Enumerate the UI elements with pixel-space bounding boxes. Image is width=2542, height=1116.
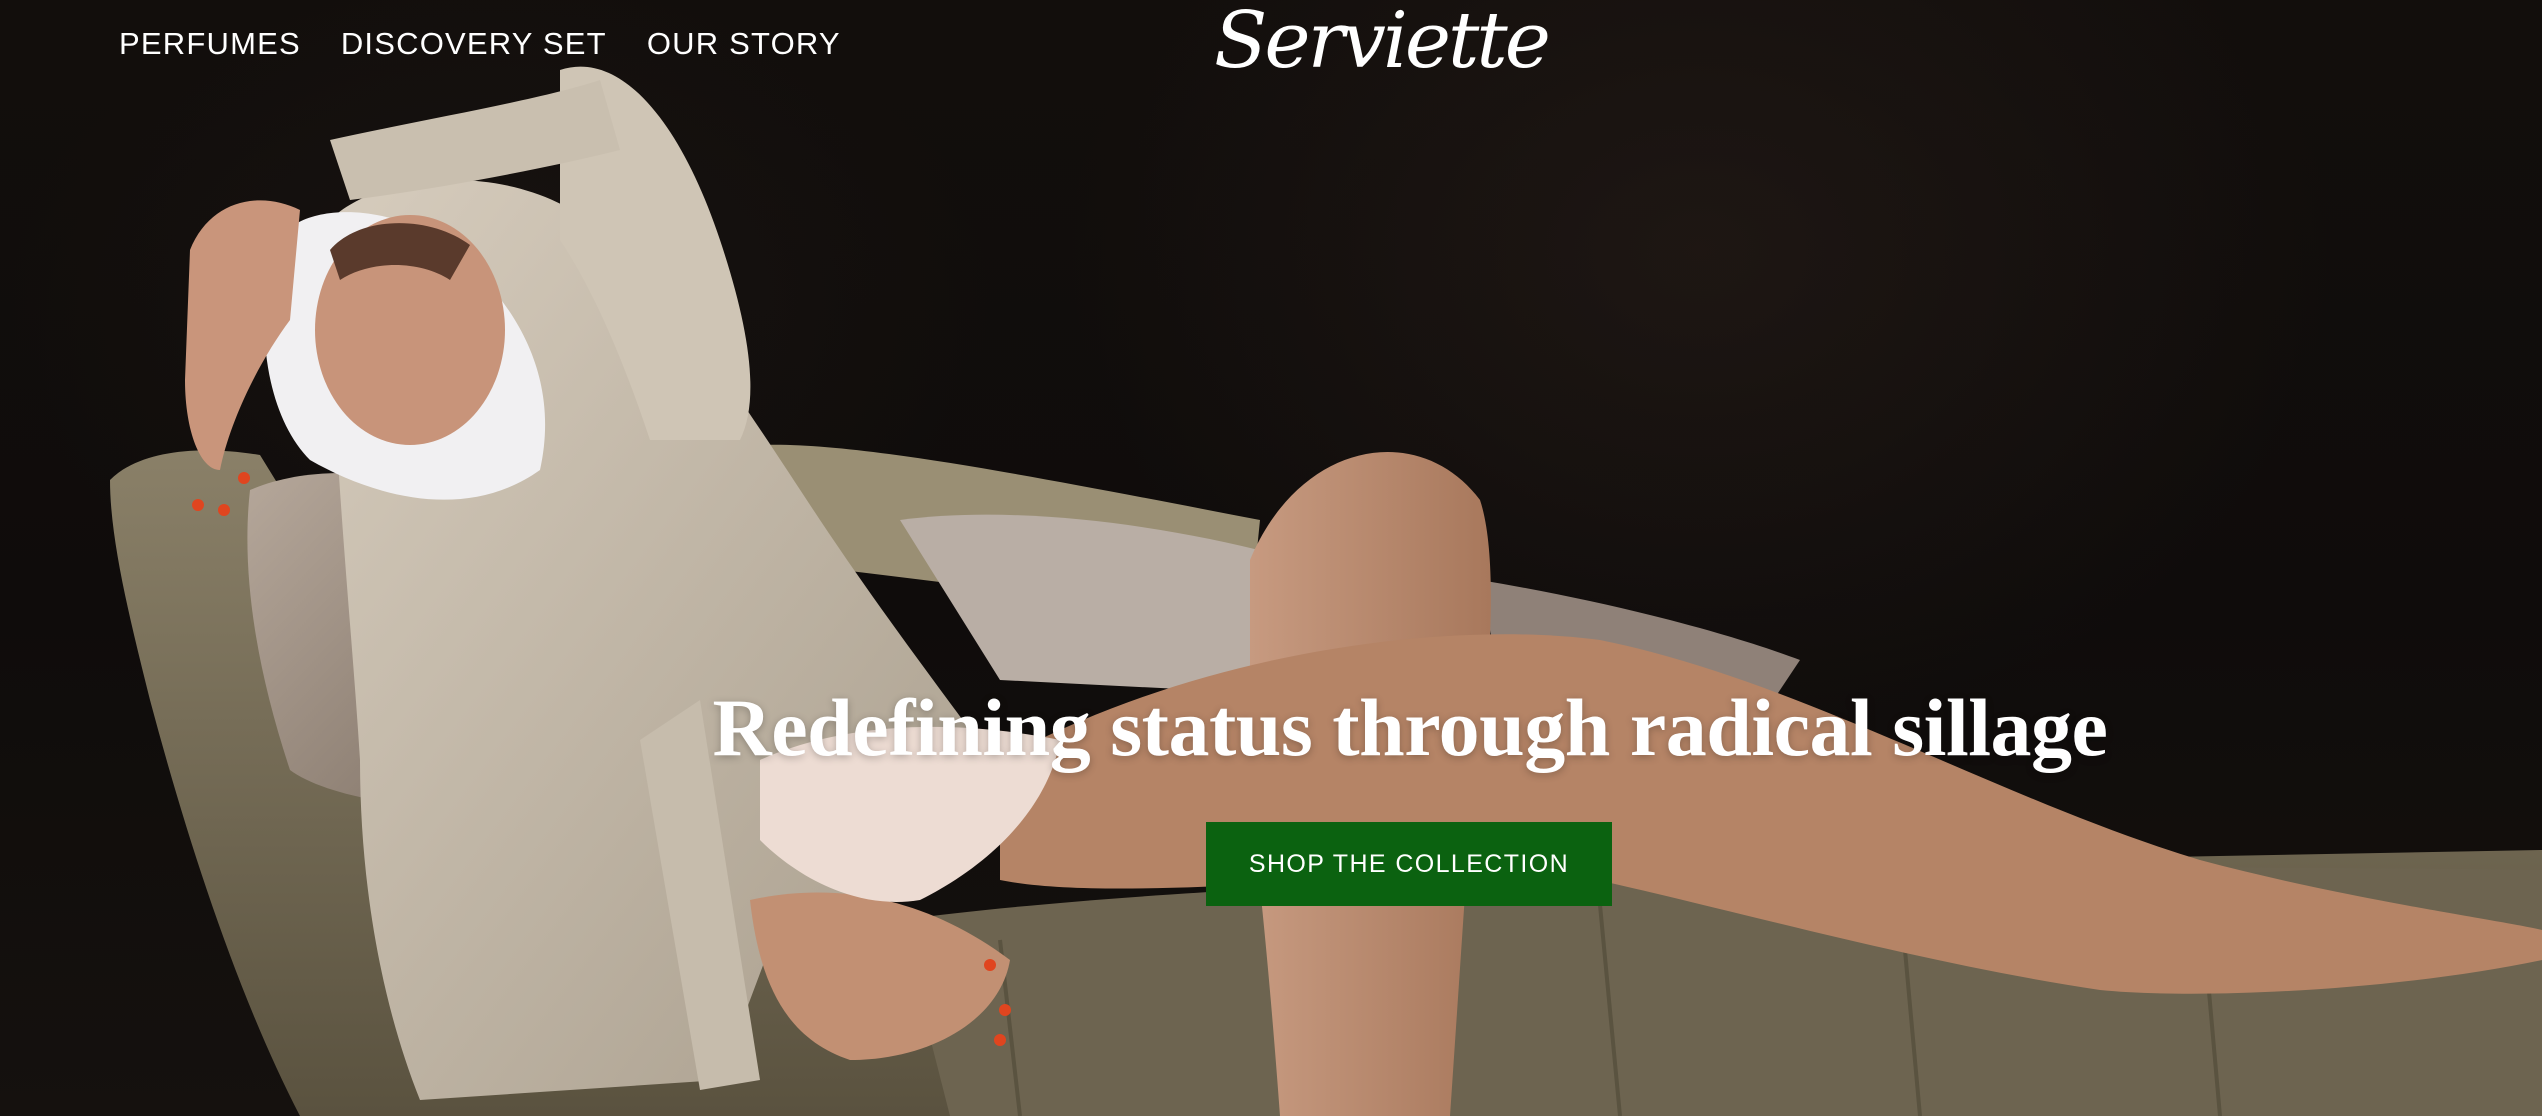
shop-collection-button[interactable]: SHOP THE COLLECTION <box>1206 822 1612 906</box>
hero-headline: Redefining status through radical sillag… <box>712 682 2108 773</box>
nav-links: PERFUMES DISCOVERY SET OUR STORY <box>119 26 841 62</box>
brand-logo[interactable]: Serviette <box>1214 0 1574 86</box>
nav-link-discovery-set[interactable]: DISCOVERY SET <box>341 26 607 62</box>
nav-link-our-story[interactable]: OUR STORY <box>647 26 841 62</box>
hero-image <box>0 0 2542 1116</box>
top-navigation: PERFUMES DISCOVERY SET OUR STORY Serviet… <box>0 0 2542 92</box>
nav-link-perfumes[interactable]: PERFUMES <box>119 26 301 62</box>
hero-illustration <box>110 66 2542 1116</box>
